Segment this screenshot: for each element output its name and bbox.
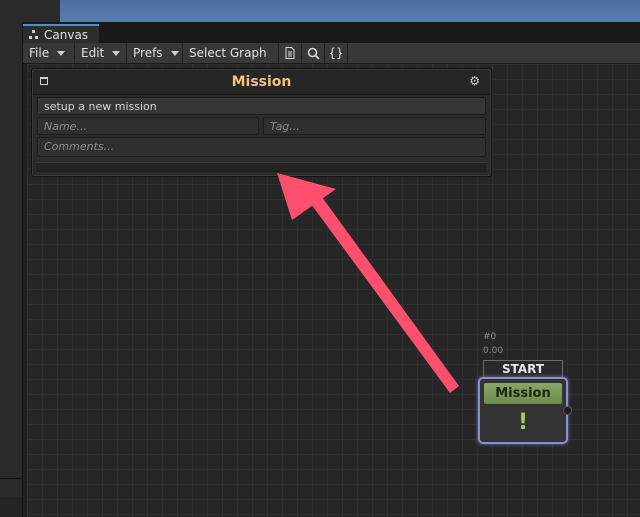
prefs-menu[interactable]: Prefs (127, 43, 183, 63)
left-dock-footer (0, 497, 22, 517)
output-port[interactable] (563, 406, 572, 415)
name-field[interactable]: Name... (37, 117, 259, 135)
panel-resize-bar[interactable] (36, 162, 487, 172)
status-icon: ! (517, 410, 529, 435)
start-tag: START (483, 360, 563, 378)
description-field[interactable]: setup a new mission (37, 97, 486, 115)
node-time: 0.00 (483, 346, 504, 356)
background-app-bar (0, 0, 60, 22)
prefs-menu-label: Prefs (133, 46, 163, 60)
tab-canvas[interactable]: Canvas (23, 24, 99, 43)
comments-field[interactable]: Comments... (37, 137, 486, 157)
panel-title: Mission (231, 74, 292, 90)
dropdown-arrow-icon (57, 50, 66, 56)
toolbar: File Edit Prefs Select Graph {} (23, 43, 640, 64)
dropdown-arrow-icon (170, 50, 179, 56)
dropdown-arrow-icon (112, 50, 121, 56)
select-graph-label: Select Graph (189, 46, 267, 60)
mission-inspector-panel: Mission ⚙ setup a new mission Name... Ta… (31, 68, 492, 177)
panel-header: Mission ⚙ (33, 70, 490, 95)
search-icon[interactable] (302, 43, 325, 63)
background-window-strip (60, 0, 640, 22)
left-dock-panel (0, 22, 23, 517)
braces-icon[interactable]: {} (325, 43, 348, 63)
tag-field[interactable]: Tag... (263, 117, 486, 135)
document-icon[interactable] (279, 43, 302, 63)
node-title: Mission (484, 383, 562, 404)
braces-glyph: {} (328, 46, 344, 60)
gear-icon[interactable]: ⚙ (469, 74, 480, 88)
file-menu[interactable]: File (23, 43, 75, 63)
tab-bar: Canvas (23, 22, 640, 43)
edit-menu-label: Edit (81, 46, 105, 60)
divider (0, 478, 22, 479)
mission-node[interactable]: Mission ! (478, 377, 572, 444)
file-menu-label: File (29, 46, 50, 60)
hierarchy-icon (29, 30, 39, 39)
edit-menu[interactable]: Edit (75, 43, 127, 63)
tab-label: Canvas (44, 27, 89, 42)
node-id: #0 (483, 332, 497, 342)
select-graph-button[interactable]: Select Graph (183, 43, 279, 63)
